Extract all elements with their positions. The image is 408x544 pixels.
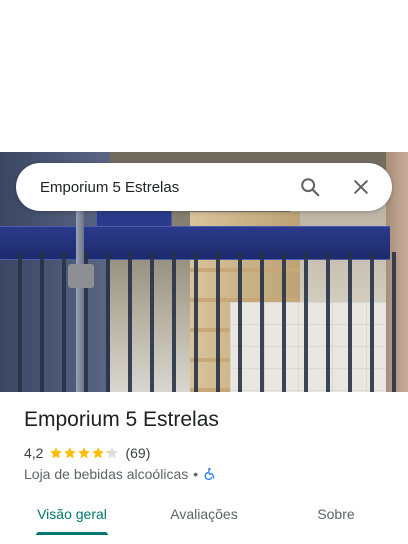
tab-overview[interactable]: Visão geral bbox=[24, 496, 120, 536]
star-icon bbox=[106, 447, 119, 459]
star-icon bbox=[50, 447, 63, 459]
tab-reviews[interactable]: Avaliações bbox=[152, 496, 256, 536]
category-row: Loja de bebidas alcoólicas • bbox=[24, 465, 217, 483]
rating-value: 4,2 bbox=[24, 445, 44, 461]
star-icon bbox=[92, 447, 105, 459]
wheelchair-icon bbox=[204, 467, 215, 480]
place-title: Emporium 5 Estrelas bbox=[24, 408, 219, 431]
star-icon bbox=[78, 447, 91, 459]
separator-dot: • bbox=[193, 466, 199, 482]
search-bar bbox=[16, 163, 392, 211]
rating-stars bbox=[49, 446, 119, 460]
rating-row[interactable]: 4,2 (69) bbox=[24, 444, 150, 462]
clear-search-button[interactable] bbox=[341, 167, 381, 207]
place-tabs: Visão geral Avaliações Sobre bbox=[0, 496, 408, 540]
review-count[interactable]: (69) bbox=[125, 445, 150, 461]
search-input[interactable] bbox=[40, 178, 290, 196]
blank-map-area bbox=[0, 0, 408, 152]
photo-gate-bars bbox=[0, 252, 408, 392]
close-icon bbox=[354, 180, 368, 194]
place-category[interactable]: Loja de bebidas alcoólicas bbox=[24, 466, 188, 482]
photo-padlock bbox=[68, 264, 94, 288]
search-button[interactable] bbox=[290, 167, 330, 207]
tab-about[interactable]: Sobre bbox=[298, 496, 374, 536]
star-icon bbox=[64, 447, 77, 459]
active-tab-indicator bbox=[36, 532, 108, 535]
search-icon bbox=[301, 178, 320, 197]
